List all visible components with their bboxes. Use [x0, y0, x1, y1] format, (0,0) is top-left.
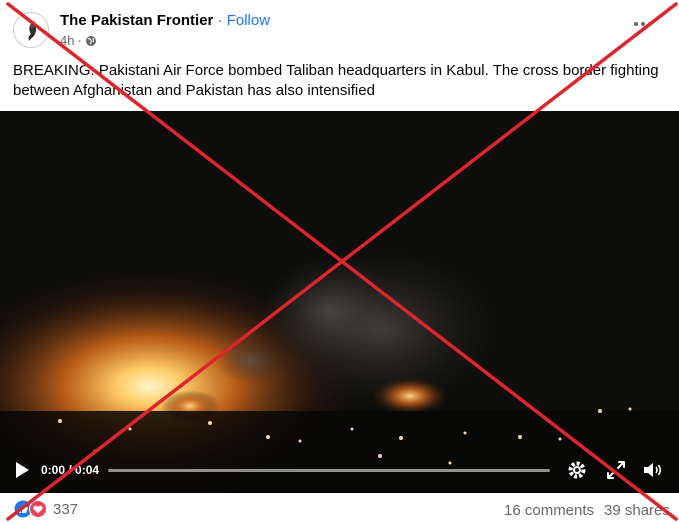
page-name[interactable]: The Pakistan Frontier [60, 12, 213, 29]
video-player[interactable]: 0:00 / 0:04 [0, 111, 679, 493]
more-dot-icon [648, 22, 652, 26]
volume-icon[interactable] [642, 459, 664, 481]
video-progress-bar[interactable] [108, 469, 550, 472]
post-meta: 4h · [60, 33, 97, 48]
settings-icon[interactable] [566, 459, 588, 481]
post-header: The Pakistan Frontier · Follow 4h · [0, 0, 679, 58]
page-logo-icon [16, 15, 48, 47]
shares-link[interactable]: 39 shares [604, 502, 670, 519]
love-icon [29, 500, 47, 518]
post-text: BREAKING: Pakistani Air Force bombed Tal… [13, 62, 659, 99]
globe-icon [85, 35, 96, 46]
reactions-summary[interactable]: 337 [14, 500, 78, 518]
page-name-row: The Pakistan Frontier · Follow [60, 12, 270, 29]
meta-separator: · [77, 33, 82, 48]
comments-link[interactable]: 16 comments [504, 502, 594, 519]
name-separator: · [217, 12, 223, 29]
more-dot-icon [641, 22, 645, 26]
fullscreen-icon[interactable] [605, 459, 627, 481]
more-dot-icon [634, 22, 638, 26]
page-avatar[interactable] [13, 12, 49, 48]
post-footer: 337 16 comments 39 shares [0, 493, 679, 523]
post-time[interactable]: 4h [60, 33, 74, 48]
follow-button[interactable]: Follow [227, 12, 270, 29]
video-controls: 0:00 / 0:04 [0, 447, 679, 493]
video-frame [0, 111, 679, 493]
play-icon[interactable] [14, 461, 30, 479]
more-options-button[interactable] [629, 16, 657, 32]
reaction-count: 337 [53, 500, 79, 518]
video-time: 0:00 / 0:04 [41, 463, 100, 477]
